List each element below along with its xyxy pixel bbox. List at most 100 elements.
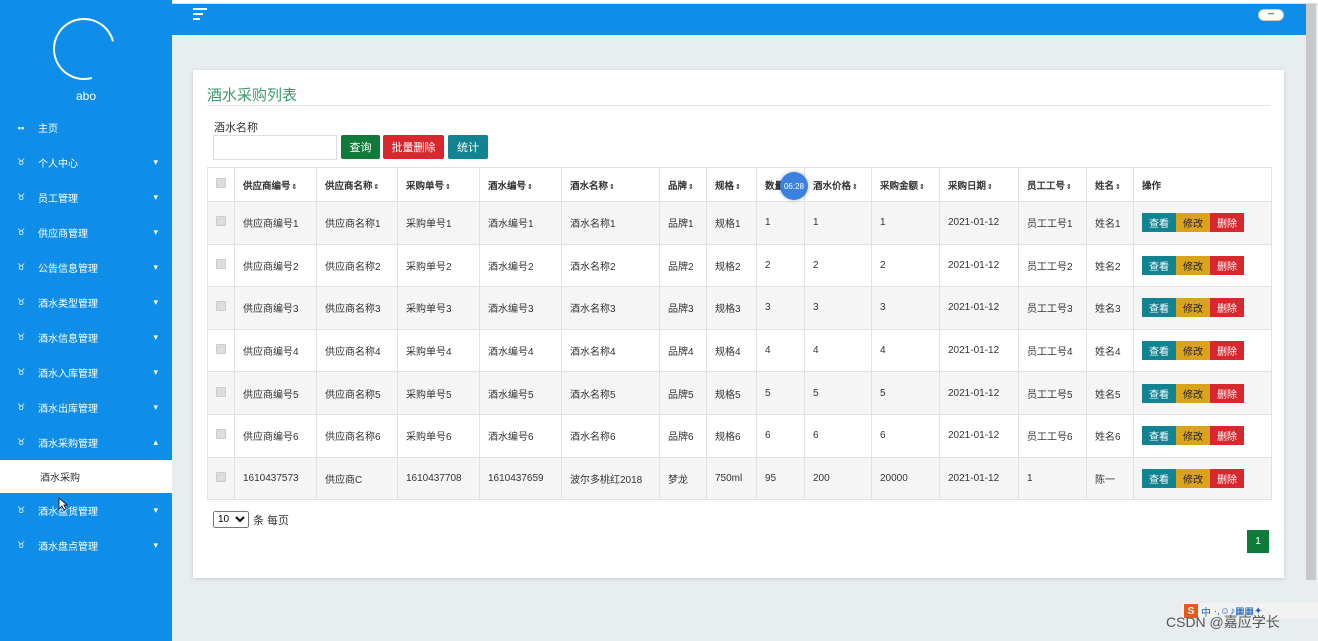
table-row: 供应商编号3 供应商名称3 采购单号3 酒水编号3 酒水名称3 品牌3 规格3 3 3 3 2021… <box>207 286 1272 330</box>
avatar[interactable] <box>41 6 127 92</box>
edit-button[interactable]: 修改 <box>1176 213 1210 233</box>
view-button[interactable]: 查看 <box>1142 298 1176 318</box>
view-button[interactable]: 查看 <box>1142 341 1176 361</box>
sidebar-item-2[interactable]: ♉ 员工管理 ▾ <box>0 180 172 215</box>
table-cell: 酒水编号4 <box>479 328 562 373</box>
sidebar-item-7[interactable]: ♉ 酒水入库管理 ▾ <box>0 355 172 390</box>
sort-icon[interactable]: ⇕ <box>374 184 380 191</box>
row-checkbox[interactable] <box>216 471 226 482</box>
delete-button[interactable]: 删除 <box>1210 341 1244 361</box>
module-icon: ♉ <box>16 262 26 272</box>
sidebar-item-label: 酒水类型管理 <box>38 299 98 310</box>
row-checkbox[interactable] <box>216 344 226 355</box>
view-button[interactable]: 查看 <box>1142 213 1176 233</box>
sort-icon[interactable]: ⇕ <box>445 184 451 191</box>
column-header[interactable]: 品牌⇕ <box>659 167 707 202</box>
sort-icon[interactable]: ⇕ <box>852 184 858 191</box>
sort-icon[interactable]: ⇕ <box>688 184 694 191</box>
menu-toggle-icon[interactable] <box>193 8 207 20</box>
sort-icon[interactable]: ⇕ <box>1115 184 1121 191</box>
sort-icon[interactable]: ⇕ <box>292 184 298 191</box>
column-header[interactable]: 员工工号⇕ <box>1018 167 1087 202</box>
table-cell: 1 <box>756 201 805 245</box>
edit-button[interactable]: 修改 <box>1176 426 1210 446</box>
view-button[interactable]: 查看 <box>1142 426 1176 446</box>
page-size-select[interactable]: 10 <box>213 511 249 528</box>
delete-button[interactable]: 删除 <box>1210 298 1244 318</box>
sidebar-item-3[interactable]: ♉ 供应商管理 ▾ <box>0 215 172 250</box>
edit-button[interactable]: 修改 <box>1176 255 1210 275</box>
sort-icon[interactable]: ⇕ <box>1066 184 1072 191</box>
sidebar-item-5[interactable]: ♉ 酒水类型管理 ▾ <box>0 285 172 320</box>
column-header[interactable]: 采购日期⇕ <box>939 167 1019 202</box>
column-header[interactable]: 规格⇕ <box>706 167 757 202</box>
module-icon: ♉ <box>16 332 26 342</box>
edit-button[interactable]: 修改 <box>1176 298 1210 318</box>
table-cell: 品牌5 <box>659 371 707 415</box>
delete-button[interactable]: 删除 <box>1210 255 1244 275</box>
table-cell: 1610437708 <box>397 456 480 501</box>
column-header[interactable]: 酒水价格⇕ <box>804 167 872 202</box>
sidebar-item-a1[interactable]: ♉ 酒水盘点管理 ▾ <box>0 528 172 563</box>
csdn-watermark: CSDN @嘉应学长 <box>1166 614 1280 630</box>
column-header-label: 品牌 <box>668 180 688 192</box>
chevron-down-icon: ▾ <box>153 157 158 167</box>
view-button[interactable]: 查看 <box>1142 383 1176 403</box>
column-header[interactable]: 供应商名称⇕ <box>316 167 398 202</box>
sort-icon[interactable]: ⇕ <box>735 184 741 191</box>
row-checkbox[interactable] <box>216 301 226 312</box>
sidebar-item-1[interactable]: ♉ 个人中心 ▾ <box>0 145 172 180</box>
sidebar-item-8[interactable]: ♉ 酒水出库管理 ▾ <box>0 390 172 425</box>
column-header[interactable]: 酒水名称⇕ <box>561 167 660 202</box>
search-input[interactable] <box>213 135 337 160</box>
table-cell: 规格4 <box>706 328 757 373</box>
row-checkbox[interactable] <box>216 258 226 269</box>
sidebar-item-4[interactable]: ♉ 公告信息管理 ▾ <box>0 250 172 285</box>
batch-delete-button[interactable]: 批量删除 <box>383 135 444 159</box>
sort-icon[interactable]: ⇕ <box>987 184 993 191</box>
table-cell: 供应商名称6 <box>316 413 398 458</box>
vertical-scrollbar[interactable] <box>1306 4 1316 580</box>
sidebar-item-label: 酒水出库管理 <box>38 404 98 415</box>
chevron-up-icon: ▴ <box>153 437 158 447</box>
table-cell: 酒水名称1 <box>561 201 660 245</box>
sidebar-item-6[interactable]: ♉ 酒水信息管理 ▾ <box>0 320 172 355</box>
row-select-cell <box>207 371 235 415</box>
column-header[interactable]: 酒水编号⇕ <box>479 167 562 202</box>
sidebar-item-label: 酒水采购管理 <box>38 439 98 450</box>
query-button[interactable]: 查询 <box>341 135 380 159</box>
table-cell: 采购单号6 <box>397 413 480 458</box>
table-cell: 4 <box>871 328 940 373</box>
user-avatar-icon[interactable]: ••• <box>1258 9 1284 21</box>
sidebar-item-0[interactable]: ▪▪ 主页 <box>0 110 172 145</box>
delete-button[interactable]: 删除 <box>1210 383 1244 403</box>
delete-button[interactable]: 删除 <box>1210 468 1244 488</box>
column-header[interactable]: 采购金额⇕ <box>871 167 940 202</box>
table-cell: 6 <box>871 413 940 458</box>
sort-icon[interactable]: ⇕ <box>609 184 615 191</box>
statistics-button[interactable]: 统计 <box>448 135 488 159</box>
row-checkbox[interactable] <box>216 429 226 440</box>
column-header[interactable]: 姓名⇕ <box>1086 167 1134 202</box>
sort-icon[interactable]: ⇕ <box>919 184 925 191</box>
column-header[interactable]: 采购单号⇕ <box>397 167 480 202</box>
view-button[interactable]: 查看 <box>1142 255 1176 275</box>
delete-button[interactable]: 删除 <box>1210 426 1244 446</box>
edit-button[interactable]: 修改 <box>1176 383 1210 403</box>
edit-button[interactable]: 修改 <box>1176 341 1210 361</box>
edit-button[interactable]: 修改 <box>1176 468 1210 488</box>
page-button-current[interactable]: 1 <box>1247 530 1269 553</box>
row-select-cell <box>207 286 235 330</box>
row-checkbox[interactable] <box>216 216 226 227</box>
delete-button[interactable]: 删除 <box>1210 213 1244 233</box>
table-cell: 员工工号5 <box>1018 371 1087 415</box>
sort-icon[interactable]: ⇕ <box>527 184 533 191</box>
select-all-checkbox[interactable] <box>216 178 226 188</box>
column-header-label: 供应商名称 <box>325 180 373 192</box>
sidebar-subitem-purchase[interactable]: 酒水采购 <box>0 460 172 493</box>
row-checkbox[interactable] <box>216 386 226 397</box>
sidebar-item-9[interactable]: ♉ 酒水采购管理 ▴ <box>0 425 172 460</box>
sidebar-item-a0[interactable]: ♉ 酒水盘货管理 ▾ <box>0 493 172 528</box>
column-header[interactable]: 供应商编号⇕ <box>234 167 317 202</box>
view-button[interactable]: 查看 <box>1142 468 1176 488</box>
